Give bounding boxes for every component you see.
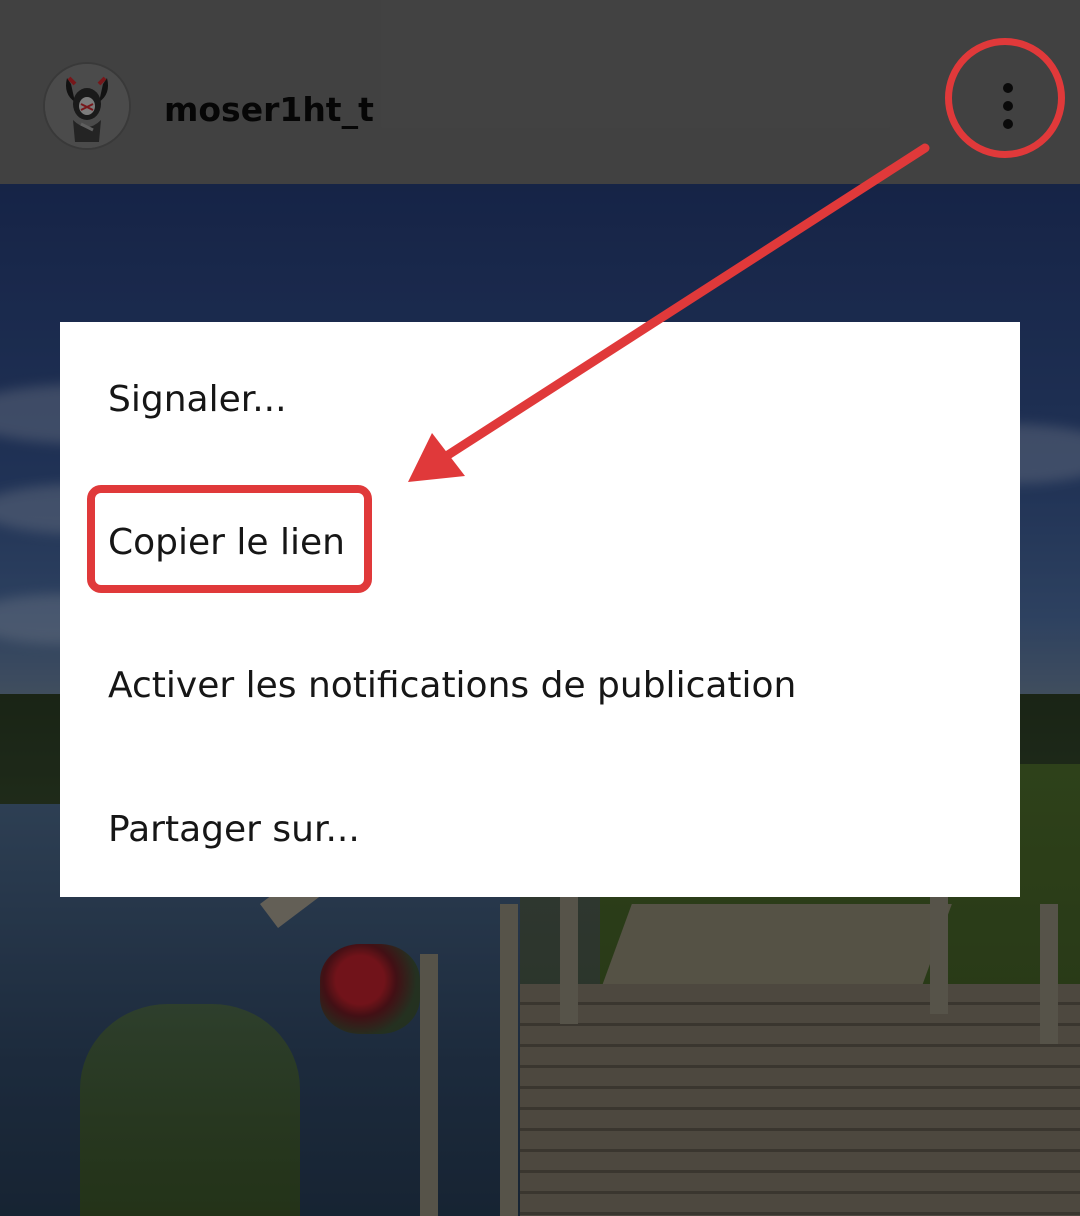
menu-item-share-to[interactable]: Partager sur... bbox=[60, 758, 1020, 901]
menu-item-turn-on-notifications[interactable]: Activer les notifications de publication bbox=[60, 614, 1020, 757]
menu-item-report[interactable]: Signaler... bbox=[60, 328, 1020, 471]
options-menu: Signaler... Copier le lien Activer les n… bbox=[60, 322, 1020, 897]
screen: moser1ht_t Signaler... Copier le lien Ac… bbox=[0, 0, 1080, 1216]
menu-item-copy-link[interactable]: Copier le lien bbox=[60, 471, 1020, 614]
